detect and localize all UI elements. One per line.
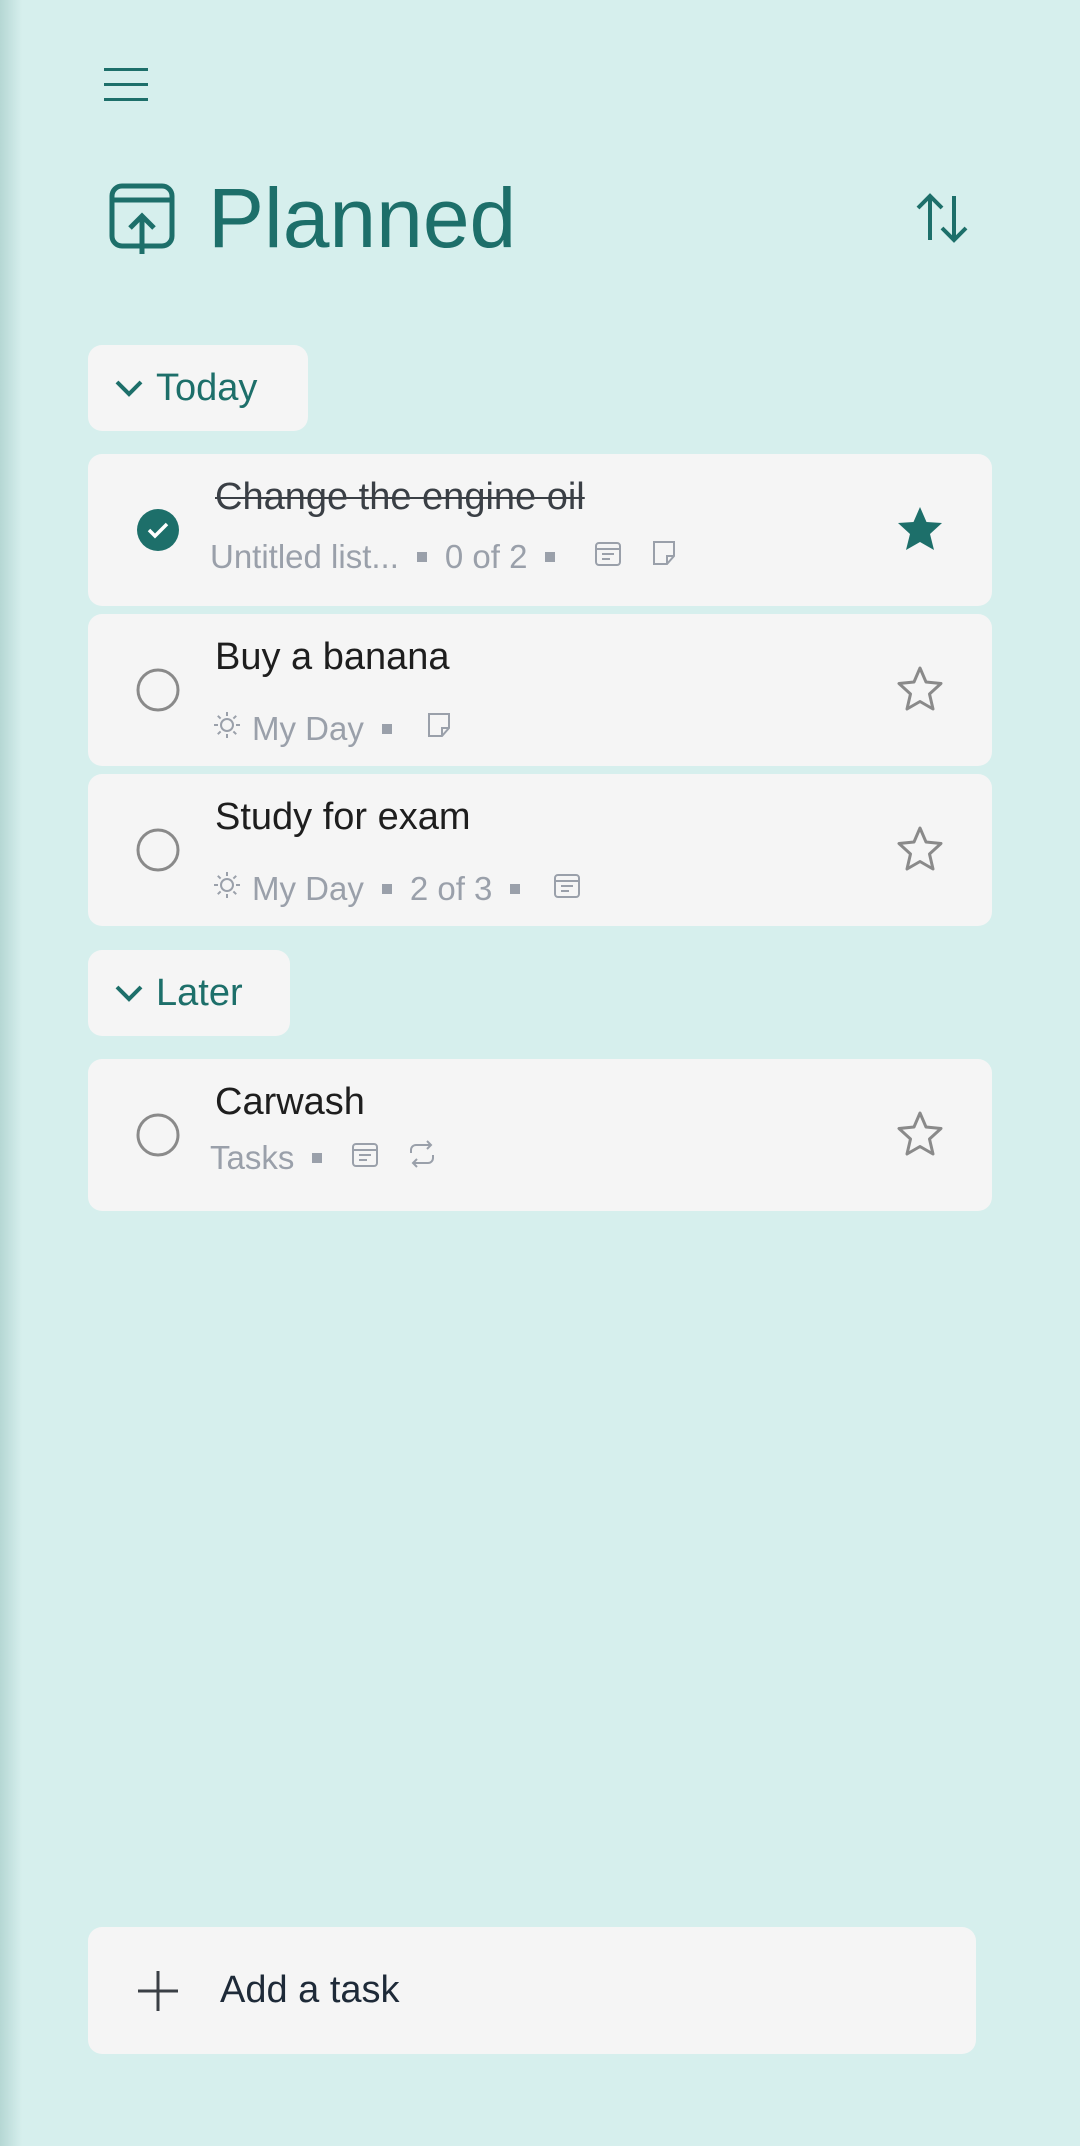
separator-dot bbox=[312, 1153, 323, 1163]
complete-toggle[interactable] bbox=[136, 828, 180, 872]
task-row[interactable]: Study for exam My Day 2 of 3 bbox=[88, 774, 992, 926]
calendar-icon bbox=[350, 1139, 380, 1177]
separator-dot bbox=[545, 552, 556, 562]
note-icon bbox=[424, 710, 454, 748]
task-steps-count: 0 of 2 bbox=[444, 538, 528, 575]
group-header-today[interactable]: Today bbox=[88, 345, 308, 431]
task-row[interactable]: Carwash Tasks bbox=[88, 1059, 992, 1211]
calendar-icon bbox=[552, 870, 582, 908]
checked-circle-icon bbox=[137, 509, 179, 551]
importance-star-button[interactable] bbox=[894, 1109, 946, 1159]
menu-button[interactable] bbox=[100, 62, 154, 106]
task-meta: My Day 2 of 3 bbox=[212, 866, 582, 912]
group-label: Later bbox=[156, 971, 243, 1014]
star-outline-icon bbox=[897, 666, 943, 711]
plus-icon bbox=[136, 1969, 180, 2013]
chevron-down-icon bbox=[115, 380, 143, 397]
sort-button[interactable] bbox=[912, 190, 972, 246]
separator-dot bbox=[416, 552, 427, 562]
empty-circle-icon bbox=[136, 1113, 180, 1157]
task-title: Change the engine oil bbox=[215, 476, 585, 518]
empty-circle-icon bbox=[136, 828, 180, 872]
task-steps-count: 2 of 3 bbox=[409, 870, 493, 907]
importance-star-button[interactable] bbox=[894, 504, 946, 554]
page-title: Planned bbox=[208, 171, 517, 265]
task-title: Study for exam bbox=[215, 796, 471, 838]
complete-toggle[interactable] bbox=[136, 508, 180, 552]
group-header-later[interactable]: Later bbox=[88, 950, 290, 1036]
add-task-label: Add a task bbox=[220, 1969, 400, 2011]
task-row[interactable]: Buy a banana My Day bbox=[88, 614, 992, 766]
complete-toggle[interactable] bbox=[136, 1113, 180, 1157]
note-icon bbox=[649, 538, 679, 576]
add-task-button[interactable]: Add a task bbox=[88, 1927, 976, 2054]
task-list-name: Untitled list... bbox=[210, 538, 399, 575]
task-title: Buy a banana bbox=[215, 636, 450, 678]
importance-star-button[interactable] bbox=[894, 664, 946, 714]
star-filled-icon bbox=[898, 507, 942, 550]
repeat-icon bbox=[406, 1139, 438, 1177]
sun-icon bbox=[212, 870, 242, 908]
hamburger-menu-icon bbox=[104, 68, 148, 101]
task-row[interactable]: Change the engine oil Untitled list... 0… bbox=[88, 454, 992, 606]
separator-dot bbox=[381, 724, 392, 734]
separator-dot bbox=[381, 884, 392, 894]
calendar-icon bbox=[593, 538, 623, 576]
importance-star-button[interactable] bbox=[894, 824, 946, 874]
planned-list-icon bbox=[108, 182, 178, 256]
chevron-down-icon bbox=[115, 985, 143, 1002]
group-label: Today bbox=[156, 366, 258, 409]
sun-icon bbox=[212, 710, 242, 748]
complete-toggle[interactable] bbox=[136, 668, 180, 712]
star-outline-icon bbox=[897, 1111, 943, 1156]
task-title: Carwash bbox=[215, 1081, 365, 1123]
task-meta: Tasks bbox=[210, 1135, 438, 1181]
sort-arrows-icon bbox=[916, 193, 968, 243]
task-meta: Untitled list... 0 of 2 bbox=[210, 534, 679, 580]
task-list-name: My Day bbox=[252, 710, 364, 747]
separator-dot bbox=[510, 884, 521, 894]
task-list-name: Tasks bbox=[210, 1139, 295, 1176]
task-list-name: My Day bbox=[252, 870, 364, 907]
empty-circle-icon bbox=[136, 668, 180, 712]
drawer-edge-shadow bbox=[0, 0, 22, 2146]
star-outline-icon bbox=[897, 826, 943, 871]
task-meta: My Day bbox=[212, 706, 454, 752]
